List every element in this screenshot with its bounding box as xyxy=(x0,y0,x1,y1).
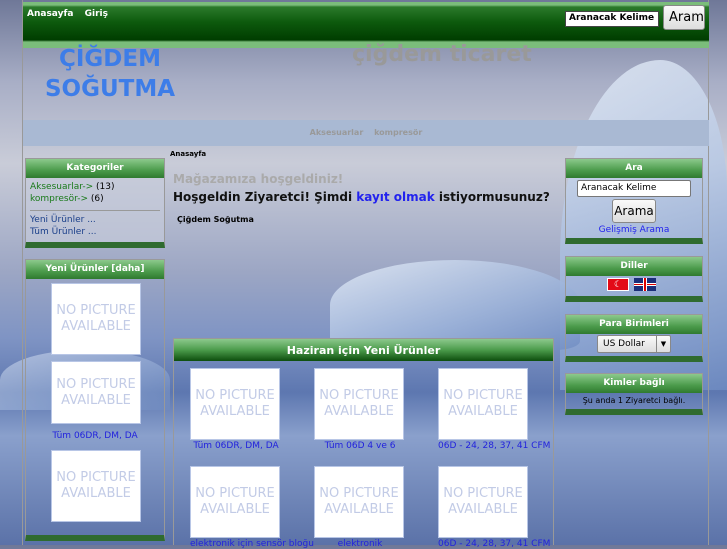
breadcrumb[interactable]: Anasayfa xyxy=(170,150,206,158)
whos-online-box: Kimler bağlı Şu anda 1 Ziyaretci bağlı. xyxy=(565,373,703,415)
whos-online-title: Kimler bağlı xyxy=(566,374,702,393)
store-name: çiğdem ticaret xyxy=(352,42,532,67)
top-link-login[interactable]: Giriş xyxy=(85,9,108,19)
new-products-title[interactable]: Yeni Ürünler [daha] xyxy=(26,260,164,279)
store-subtitle: Çiğdem Soğutma xyxy=(177,215,254,224)
currency-title: Para Birimleri xyxy=(566,315,702,334)
welcome-heading: Mağazamıza hoşgeldiniz! xyxy=(173,172,344,186)
top-search-button[interactable]: Aram xyxy=(663,5,705,30)
product-image[interactable]: NO PICTURE AVAILABLE xyxy=(51,361,141,424)
currency-selected: US Dollar xyxy=(603,339,645,349)
monthly-new-products-title: Haziran için Yeni Ürünler xyxy=(174,339,553,361)
product-name[interactable]: 06D - 24, 28, 37, 41 CFM xyxy=(438,441,550,451)
product-name[interactable]: 06D - 24, 28, 37, 41 CFM xyxy=(438,539,550,549)
new-products-box: Yeni Ürünler [daha] NO PICTURE AVAILABLE… xyxy=(25,259,165,541)
greeting-pre: Hoşgeldin Ziyaretci! Şimdi xyxy=(173,190,357,204)
product-name[interactable]: elektronik için sensör bloğu xyxy=(190,539,314,549)
logo-line2: SOĞUTMA xyxy=(44,76,176,102)
category-compressor[interactable]: kompresör-> xyxy=(30,194,88,204)
search-input[interactable]: Aranacak Kelime xyxy=(577,180,691,197)
product-image[interactable]: NO PICTURE AVAILABLE xyxy=(190,368,280,440)
top-search-input[interactable]: Aranacak Kelime xyxy=(565,11,659,27)
product-name[interactable]: Tüm 06DR, DM, DA xyxy=(26,431,164,441)
product-image[interactable]: NO PICTURE AVAILABLE xyxy=(314,466,404,538)
product-image[interactable]: NO PICTURE AVAILABLE xyxy=(51,450,141,522)
product-image[interactable]: NO PICTURE AVAILABLE xyxy=(438,466,528,538)
online-count-text: Şu anda 1 Ziyaretci bağlı. xyxy=(582,396,686,405)
top-link-home[interactable]: Anasayfa xyxy=(27,9,73,19)
product-image[interactable]: NO PICTURE AVAILABLE xyxy=(314,368,404,440)
greeting-post: istiyormusunuz? xyxy=(434,190,550,204)
languages-box: Diller ☾ xyxy=(565,256,703,302)
categories-title: Kategoriler xyxy=(26,159,164,178)
categories-box: Kategoriler Aksesuarlar-> (13) kompresör… xyxy=(25,158,165,248)
product-card[interactable]: NO PICTURE AVAILABLE Tüm 06DR, DM, DA xyxy=(190,368,282,451)
top-links: Anasayfa Giriş xyxy=(27,9,116,19)
greeting-text: Hoşgeldin Ziyaretci! Şimdi kayıt olmak i… xyxy=(173,190,550,204)
category-nav: Aksesuarlar kompresör xyxy=(23,120,709,146)
nav-compressor[interactable]: kompresör xyxy=(374,128,422,137)
category-count: (6) xyxy=(90,194,104,204)
product-image[interactable]: NO PICTURE AVAILABLE xyxy=(438,368,528,440)
register-link[interactable]: kayıt olmak xyxy=(356,190,435,204)
product-card[interactable]: NO PICTURE AVAILABLE elektronik için sens… xyxy=(190,466,314,549)
product-card[interactable]: NO PICTURE AVAILABLE elektronik xyxy=(314,466,406,549)
link-new-products[interactable]: Yeni Ürünler ... xyxy=(30,214,160,226)
product-card[interactable]: NO PICTURE AVAILABLE 06D - 24, 28, 37, 41… xyxy=(438,466,550,549)
product-name[interactable]: Tüm 06DR, DM, DA xyxy=(190,441,282,451)
search-box-title: Ara xyxy=(566,159,702,178)
link-all-products[interactable]: Tüm Ürünler ... xyxy=(30,226,160,238)
advanced-search-link[interactable]: Gelişmiş Arama xyxy=(566,225,702,235)
currency-select[interactable]: US Dollar ▼ xyxy=(597,335,671,353)
search-button[interactable]: Arama xyxy=(612,199,656,223)
uk-flag-icon[interactable] xyxy=(634,278,656,291)
product-image[interactable]: NO PICTURE AVAILABLE xyxy=(190,466,280,538)
search-box: Ara Aranacak Kelime Arama Gelişmiş Arama xyxy=(565,158,703,244)
logo-line1: ÇİĞDEM xyxy=(58,46,161,72)
product-name[interactable]: elektronik xyxy=(314,539,406,549)
turkish-flag-icon[interactable]: ☾ xyxy=(607,278,629,291)
category-accessories[interactable]: Aksesuarlar-> xyxy=(30,182,93,192)
category-count: (13) xyxy=(96,182,115,192)
languages-title: Diller xyxy=(566,257,702,276)
product-image[interactable]: NO PICTURE AVAILABLE xyxy=(51,283,141,355)
product-card[interactable]: NO PICTURE AVAILABLE Tüm 06D 4 ve 6 xyxy=(314,368,406,451)
product-card[interactable]: NO PICTURE AVAILABLE 06D - 24, 28, 37, 41… xyxy=(438,368,550,451)
currency-box: Para Birimleri US Dollar ▼ xyxy=(565,314,703,362)
product-name[interactable]: Tüm 06D 4 ve 6 xyxy=(314,441,406,451)
chevron-down-icon: ▼ xyxy=(656,336,670,352)
logo[interactable]: ÇİĞDEM SOĞUTMA xyxy=(40,44,180,104)
nav-accessories[interactable]: Aksesuarlar xyxy=(310,128,364,137)
